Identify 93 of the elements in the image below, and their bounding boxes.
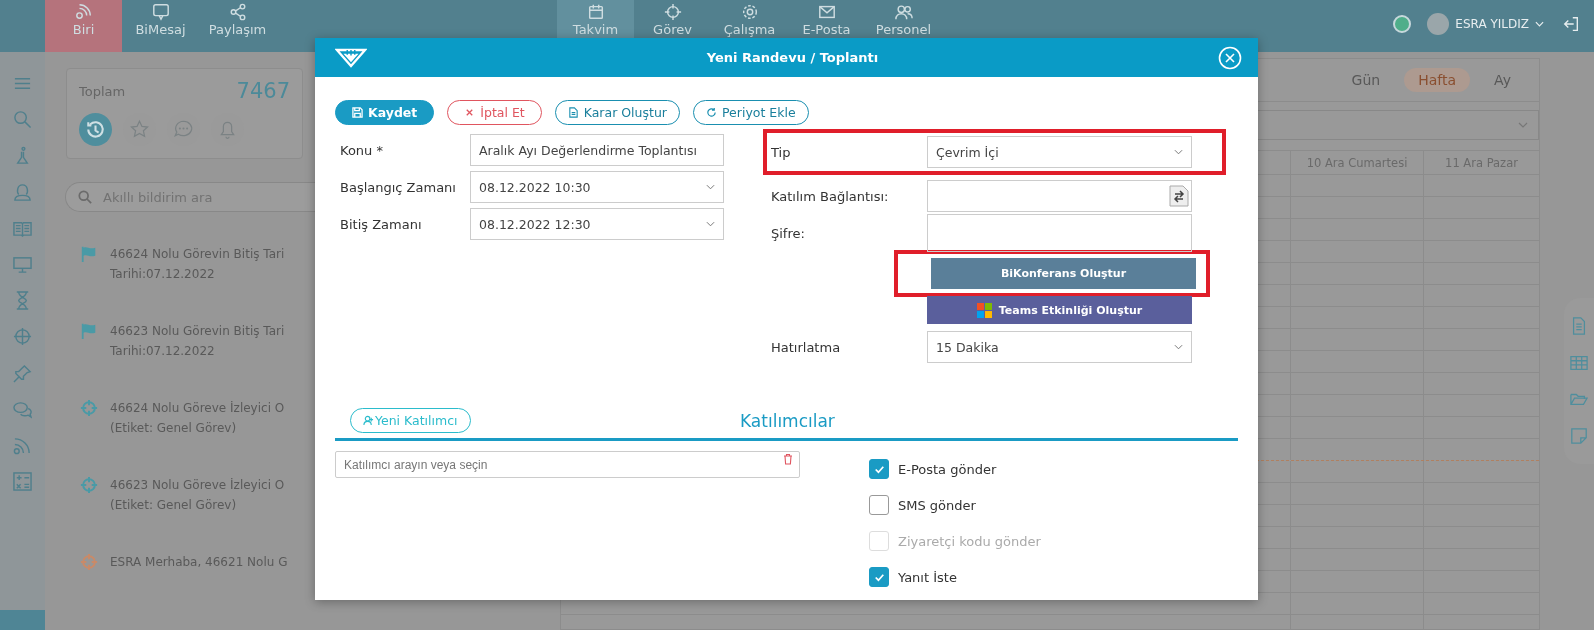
logo-icon — [335, 47, 367, 68]
text-field[interactable]: Aralık Ayı Değerlendirme Toplantısı — [470, 134, 724, 166]
refresh-icon — [706, 107, 717, 118]
share-icon — [228, 3, 247, 21]
rail-active-tab[interactable] — [0, 610, 45, 630]
field-label: Başlangıç Zamanı — [339, 179, 457, 195]
calendar-icon — [586, 3, 605, 21]
notification-item[interactable]: 46623 Nolu Göreve İzleyici O (Etiket: Genel Görev) — [55, 457, 315, 534]
save-icon — [352, 107, 363, 118]
monitor-icon[interactable] — [13, 254, 32, 274]
view-tab[interactable]: Gün — [1337, 68, 1395, 92]
gear-icon — [740, 3, 759, 21]
add-person-icon — [363, 415, 374, 426]
notification-text: 46624 Nolu Göreve İzleyici O (Etiket: Genel Görev) — [110, 400, 285, 437]
notification-item[interactable]: 46624 Nolu Göreve İzleyici O (Etiket: Genel Görev) — [55, 380, 315, 457]
checkbox-label: Yanıt İste — [898, 569, 957, 585]
caret-icon[interactable] — [1535, 21, 1544, 27]
rss-icon — [74, 3, 93, 21]
password-field[interactable] — [927, 214, 1192, 252]
nav-tab[interactable]: Görev — [634, 0, 711, 52]
nav-tab[interactable]: Çalışma — [711, 0, 788, 52]
view-tab[interactable]: Hafta — [1404, 68, 1471, 92]
people-icon — [894, 3, 913, 21]
reminder-dropdown[interactable]: 15 Dakika — [927, 331, 1192, 363]
action-button[interactable]: Periyot Ekle — [693, 100, 809, 125]
notification-text: ESRA Merhaba, 46621 Nolu G — [110, 554, 288, 571]
field-label: Konu * — [339, 142, 384, 158]
document-icon — [567, 107, 579, 118]
avatar[interactable] — [1427, 13, 1450, 35]
rss-icon[interactable] — [13, 435, 32, 455]
person-icon[interactable] — [13, 182, 32, 202]
link-field[interactable] — [927, 180, 1192, 212]
view-tab[interactable]: Ay — [1480, 68, 1525, 92]
action-button[interactable]: Karar Oluştur — [554, 100, 680, 125]
field-label: Tip — [771, 144, 792, 160]
notification-item[interactable]: ESRA Merhaba, 46621 Nolu G — [55, 534, 315, 611]
checkbox-label: E-Posta gönder — [898, 461, 997, 477]
mail-icon — [817, 3, 836, 21]
field-label: Katılım Bağlantısı: — [771, 188, 890, 204]
action-button[interactable]: İptal Et — [447, 100, 542, 125]
add-participant-button[interactable]: Yeni Katılımcı — [350, 408, 471, 433]
pin-icon[interactable] — [13, 363, 32, 383]
paste-icon[interactable] — [1169, 185, 1189, 207]
field-label: Şifre: — [771, 225, 806, 241]
checkbox[interactable] — [869, 495, 889, 515]
chat-icon[interactable] — [13, 399, 32, 419]
field-label: Hatırlatma — [771, 339, 842, 355]
logout-icon[interactable] — [1562, 15, 1580, 33]
search-icon[interactable] — [13, 110, 32, 130]
date-time-dropdown[interactable]: 08.12.2022 12:30 — [470, 208, 724, 240]
notification-item[interactable]: 46624 Nolu Görevin Bitiş Tari Tarihi:07.12.2022 — [55, 226, 315, 303]
close-icon[interactable] — [1218, 45, 1242, 70]
notification-text: 46623 Nolu Görevin Bitiş Tari Tarihi:07.12.2022 — [110, 323, 285, 360]
chevron-down-icon — [706, 184, 715, 190]
chat-bubble-icon — [151, 3, 170, 21]
checkbox-label: SMS gönder — [898, 497, 976, 513]
trash-icon[interactable] — [783, 453, 793, 465]
chevron-down-icon — [1174, 149, 1183, 155]
dialog-title: Yeni Randevu / Toplantı — [705, 50, 880, 65]
note-icon[interactable] — [1570, 427, 1588, 446]
summary-count: 7467 — [236, 79, 290, 103]
checkbox[interactable] — [869, 567, 889, 587]
teams-button[interactable]: Teams Etkinliği Oluştur — [927, 296, 1192, 324]
checkbox[interactable] — [869, 459, 889, 479]
field-label: Bitiş Zamanı — [339, 216, 423, 232]
type-dropdown[interactable]: Çevrim İçi — [927, 136, 1192, 168]
nav-tab[interactable]: Biri — [45, 0, 122, 52]
chevron-down-icon — [706, 221, 715, 227]
action-button[interactable]: Kaydet — [335, 100, 435, 125]
notification-text: 46623 Nolu Göreve İzleyici O (Etiket: Genel Görev) — [110, 477, 285, 514]
windows-logo-icon — [976, 302, 992, 318]
participant-search-field[interactable]: Katılımcı arayın veya seçin — [335, 451, 800, 478]
nav-tab[interactable]: BiMesaj — [122, 0, 199, 52]
status-indicator-icon — [1393, 15, 1412, 33]
document-icon[interactable] — [1570, 316, 1588, 335]
chevron-down-icon — [1174, 344, 1183, 350]
nav-tab[interactable]: E-Posta — [788, 0, 865, 52]
nav-tab[interactable]: Paylaşım — [199, 0, 276, 52]
history-icon[interactable] — [79, 113, 112, 146]
checkbox-label: Ziyaretçi kodu gönder — [898, 533, 1041, 549]
conference-button[interactable]: BiKonferans Oluştur — [931, 258, 1196, 289]
crosshair-icon — [663, 3, 682, 21]
user-name[interactable]: ESRA YILDIZ — [1455, 17, 1529, 31]
crosshair-icon[interactable] — [13, 327, 32, 347]
chevron-down-icon — [1518, 122, 1528, 128]
calculator-icon[interactable] — [13, 472, 32, 492]
notification-text: 46624 Nolu Görevin Bitiş Tari Tarihi:07.12.2022 — [110, 246, 285, 283]
section-title: Katılımcılar — [740, 410, 835, 431]
notification-item[interactable]: 46623 Nolu Görevin Bitiş Tari Tarihi:07.12.2022 — [55, 303, 315, 380]
date-time-dropdown[interactable]: 08.12.2022 10:30 — [470, 171, 724, 203]
search-icon — [78, 190, 92, 204]
table-icon[interactable] — [1570, 353, 1588, 372]
nav-tab[interactable]: Personel — [865, 0, 942, 52]
